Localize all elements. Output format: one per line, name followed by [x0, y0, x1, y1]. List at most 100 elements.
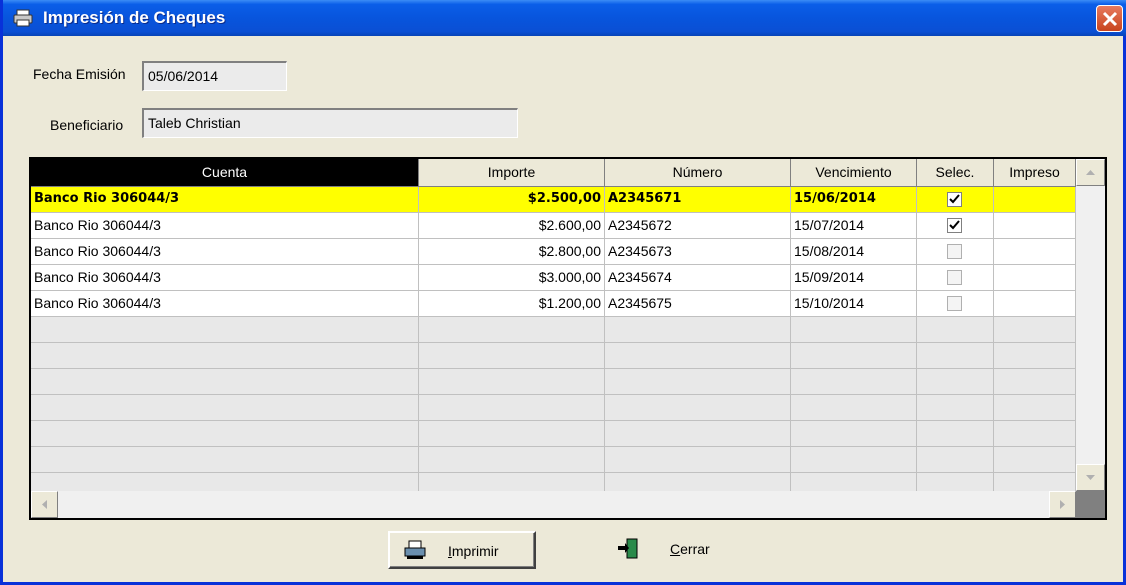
cell-numero [605, 317, 791, 343]
cell-importe: $1.200,00 [419, 291, 605, 317]
cell-impreso [994, 239, 1076, 265]
cell-impreso [994, 447, 1076, 473]
cell-impreso [994, 213, 1076, 239]
scroll-left-button[interactable] [31, 491, 58, 518]
cell-vencimiento [791, 447, 917, 473]
cell-cuenta [31, 317, 419, 343]
cell-numero [605, 343, 791, 369]
select-checkbox[interactable] [947, 192, 962, 207]
cell-importe: $2.600,00 [419, 213, 605, 239]
cell-vencimiento: 15/10/2014 [791, 291, 917, 317]
column-header-vencimiento[interactable]: Vencimiento [791, 159, 917, 187]
beneficiario-label: Beneficiario [50, 117, 124, 133]
cell-selec [917, 187, 994, 213]
column-header-selec[interactable]: Selec. [917, 159, 994, 187]
cell-impreso [994, 343, 1076, 369]
cell-vencimiento: 15/09/2014 [791, 265, 917, 291]
cell-vencimiento [791, 395, 917, 421]
cell-numero [605, 395, 791, 421]
table-row[interactable]: Banco Rio 306044/3 $3.000,00 A2345674 15/09… [31, 265, 1076, 291]
empty-row [31, 343, 1076, 369]
cell-importe [419, 395, 605, 421]
cell-impreso [994, 395, 1076, 421]
cell-numero: A2345675 [605, 291, 791, 317]
close-window-button[interactable] [1096, 5, 1123, 32]
cell-vencimiento [791, 343, 917, 369]
fecha-emision-label: Fecha Emisión [33, 66, 126, 82]
scroll-down-button[interactable] [1076, 464, 1105, 491]
cell-cuenta: Banco Rio 306044/3 [31, 213, 419, 239]
cell-importe [419, 343, 605, 369]
cell-cuenta [31, 395, 419, 421]
arrow-left-icon [42, 500, 47, 509]
cell-selec [917, 213, 994, 239]
cell-selec [917, 291, 994, 317]
vertical-scrollbar[interactable] [1076, 159, 1105, 491]
select-checkbox[interactable] [947, 244, 962, 259]
scrollbar-corner [1076, 491, 1105, 518]
cell-impreso [994, 187, 1076, 213]
empty-row [31, 447, 1076, 473]
cell-selec [917, 239, 994, 265]
cell-importe [419, 369, 605, 395]
cell-cuenta [31, 421, 419, 447]
printer-icon [13, 9, 33, 27]
cell-vencimiento [791, 369, 917, 395]
cell-impreso [994, 317, 1076, 343]
select-checkbox[interactable] [947, 270, 962, 285]
imprimir-button[interactable]: Imprimir [388, 531, 536, 569]
cell-impreso [994, 421, 1076, 447]
scroll-right-button[interactable] [1049, 491, 1076, 518]
cell-importe [419, 317, 605, 343]
empty-row [31, 421, 1076, 447]
cell-selec [917, 447, 994, 473]
empty-row [31, 317, 1076, 343]
cell-selec [917, 421, 994, 447]
cell-impreso [994, 291, 1076, 317]
window-title: Impresión de Cheques [43, 8, 226, 27]
cell-importe [419, 421, 605, 447]
title-bar[interactable]: Impresión de Cheques [3, 0, 1126, 36]
cell-impreso [994, 369, 1076, 395]
fecha-emision-field[interactable]: 05/06/2014 [142, 61, 287, 91]
imprimir-label: mprimir [451, 543, 499, 559]
cell-numero: A2345671 [605, 187, 791, 213]
table-row[interactable]: Banco Rio 306044/3 $1.200,00 A2345675 15/10… [31, 291, 1076, 317]
cell-cuenta: Banco Rio 306044/3 [31, 239, 419, 265]
arrow-right-icon [1060, 500, 1065, 509]
select-checkbox[interactable] [947, 218, 962, 233]
scroll-up-button[interactable] [1076, 159, 1105, 186]
cell-impreso [994, 265, 1076, 291]
cell-cuenta [31, 369, 419, 395]
column-header-numero[interactable]: Número [605, 159, 791, 187]
cell-numero [605, 369, 791, 395]
cell-vencimiento [791, 317, 917, 343]
cerrar-mnemonic: C [670, 541, 681, 557]
column-header-impreso[interactable]: Impreso [994, 159, 1076, 187]
cell-selec [917, 395, 994, 421]
column-header-importe[interactable]: Importe [419, 159, 605, 187]
cerrar-button[interactable]: Cerrar [608, 531, 728, 569]
arrow-up-icon [1086, 170, 1095, 175]
table-row[interactable]: Banco Rio 306044/3 $2.600,00 A2345672 15/07… [31, 213, 1076, 239]
select-checkbox[interactable] [947, 296, 962, 311]
cell-selec [917, 265, 994, 291]
cell-selec [917, 343, 994, 369]
cell-numero: A2345673 [605, 239, 791, 265]
empty-row [31, 369, 1076, 395]
cell-selec [917, 369, 994, 395]
grid-body: Cuenta Importe Número Vencimiento Selec.… [31, 159, 1076, 499]
beneficiario-field[interactable]: Taleb Christian [142, 108, 518, 138]
table-row[interactable]: Banco Rio 306044/3 $2.800,00 A2345673 15/08… [31, 239, 1076, 265]
cell-vencimiento: 15/08/2014 [791, 239, 917, 265]
cell-cuenta: Banco Rio 306044/3 [31, 187, 419, 213]
cerrar-label: errar [680, 541, 710, 557]
cell-importe: $2.800,00 [419, 239, 605, 265]
table-row[interactable]: Banco Rio 306044/3 $2.500,00 A2345671 15/06… [31, 187, 1076, 213]
cell-cuenta: Banco Rio 306044/3 [31, 265, 419, 291]
cell-vencimiento: 15/06/2014 [791, 187, 917, 213]
cell-selec [917, 317, 994, 343]
checks-grid[interactable]: Cuenta Importe Número Vencimiento Selec.… [29, 157, 1107, 520]
horizontal-scrollbar[interactable] [31, 491, 1076, 518]
column-header-cuenta[interactable]: Cuenta [31, 159, 419, 187]
